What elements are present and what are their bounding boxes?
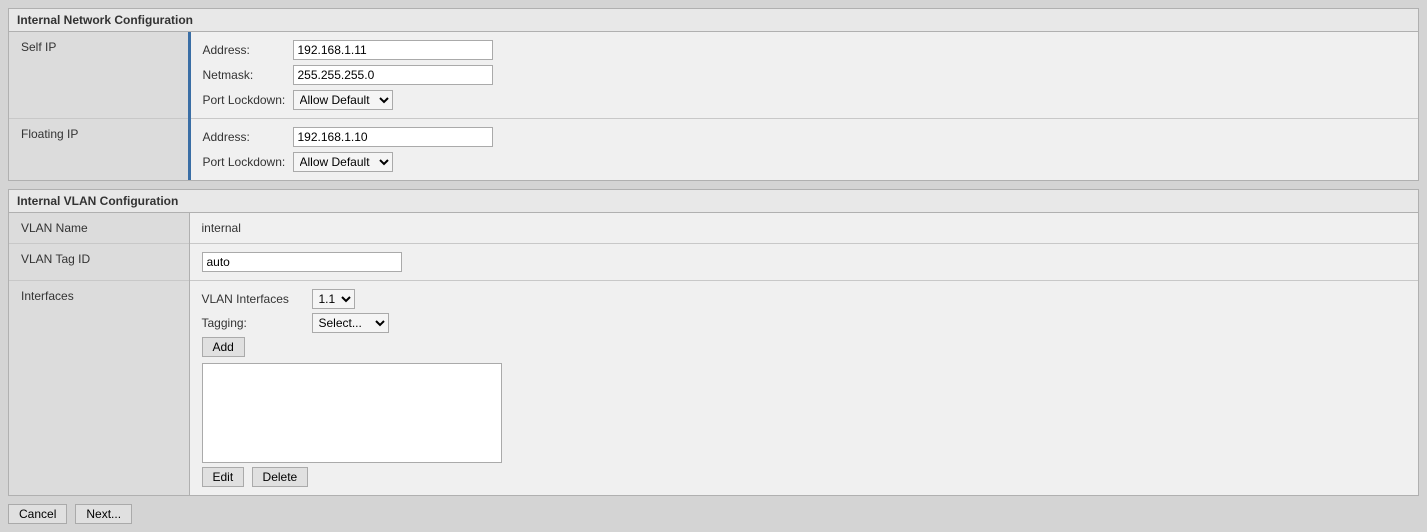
self-ip-port-lockdown-select[interactable]: Allow Default Allow All Allow None Allow… xyxy=(293,90,393,110)
floating-ip-values: Address: Port Lockdown: Allow Default Al… xyxy=(189,119,1418,181)
delete-button[interactable]: Delete xyxy=(252,467,309,487)
internal-network-section: Internal Network Configuration Self IP A… xyxy=(8,8,1419,181)
address-row: Address: xyxy=(203,40,1407,60)
vlan-tag-row: VLAN Tag ID xyxy=(9,244,1418,281)
netmask-input[interactable] xyxy=(293,65,493,85)
floating-port-lockdown-row: Port Lockdown: Allow Default Allow All A… xyxy=(203,152,1407,172)
footer-buttons: Cancel Next... xyxy=(8,504,1419,524)
self-ip-address-input[interactable] xyxy=(293,40,493,60)
self-ip-label: Self IP xyxy=(9,32,189,119)
floating-ip-port-lockdown-select[interactable]: Allow Default Allow All Allow None Allow… xyxy=(293,152,393,172)
address-label: Address: xyxy=(203,43,293,57)
tagging-control-row: Tagging: Select... tagged untagged xyxy=(202,313,1407,333)
interfaces-value-cell: VLAN Interfaces 1.1 1.2 1.3 Tagging: Sel… xyxy=(189,281,1418,496)
vlan-table: VLAN Name internal VLAN Tag ID Interface… xyxy=(9,213,1418,495)
internal-network-title: Internal Network Configuration xyxy=(9,9,1418,32)
internal-vlan-title: Internal VLAN Configuration xyxy=(9,190,1418,213)
vlan-name-label: VLAN Name xyxy=(9,213,189,244)
vlan-tag-input[interactable] xyxy=(202,252,402,272)
cancel-button[interactable]: Cancel xyxy=(8,504,67,524)
tagging-select[interactable]: Select... tagged untagged xyxy=(312,313,389,333)
self-ip-values: Address: Netmask: Port Lockdown: Allow D… xyxy=(189,32,1418,119)
floating-address-row: Address: xyxy=(203,127,1407,147)
add-button[interactable]: Add xyxy=(202,337,245,357)
netmask-label: Netmask: xyxy=(203,68,293,82)
floating-ip-label: Floating IP xyxy=(9,119,189,181)
vlan-name-value: internal xyxy=(189,213,1418,244)
vlan-tag-value-cell xyxy=(189,244,1418,281)
self-ip-port-lockdown-row: Port Lockdown: Allow Default Allow All A… xyxy=(203,90,1407,110)
self-ip-row: Self IP Address: Netmask: Port Lockdown:… xyxy=(9,32,1418,119)
interfaces-list[interactable] xyxy=(202,363,502,463)
vlan-name-row: VLAN Name internal xyxy=(9,213,1418,244)
floating-port-lockdown-label: Port Lockdown: xyxy=(203,155,293,169)
netmask-row: Netmask: xyxy=(203,65,1407,85)
tagging-label: Tagging: xyxy=(202,316,312,330)
floating-ip-row: Floating IP Address: Port Lockdown: Allo… xyxy=(9,119,1418,181)
internal-vlan-section: Internal VLAN Configuration VLAN Name in… xyxy=(8,189,1419,496)
floating-address-label: Address: xyxy=(203,130,293,144)
interfaces-label: Interfaces xyxy=(9,281,189,496)
add-button-row: Add xyxy=(202,337,1407,357)
vlan-interfaces-control-row: VLAN Interfaces 1.1 1.2 1.3 xyxy=(202,289,1407,309)
vlan-tag-label: VLAN Tag ID xyxy=(9,244,189,281)
self-ip-port-lockdown-label: Port Lockdown: xyxy=(203,93,293,107)
next-button[interactable]: Next... xyxy=(75,504,132,524)
vlan-interfaces-label: VLAN Interfaces xyxy=(202,292,312,306)
interfaces-row: Interfaces VLAN Interfaces 1.1 1.2 1.3 T… xyxy=(9,281,1418,496)
edit-delete-row: Edit Delete xyxy=(202,467,1407,487)
floating-ip-address-input[interactable] xyxy=(293,127,493,147)
edit-button[interactable]: Edit xyxy=(202,467,245,487)
vlan-interfaces-select[interactable]: 1.1 1.2 1.3 xyxy=(312,289,355,309)
internal-network-table: Self IP Address: Netmask: Port Lockdown:… xyxy=(9,32,1418,180)
